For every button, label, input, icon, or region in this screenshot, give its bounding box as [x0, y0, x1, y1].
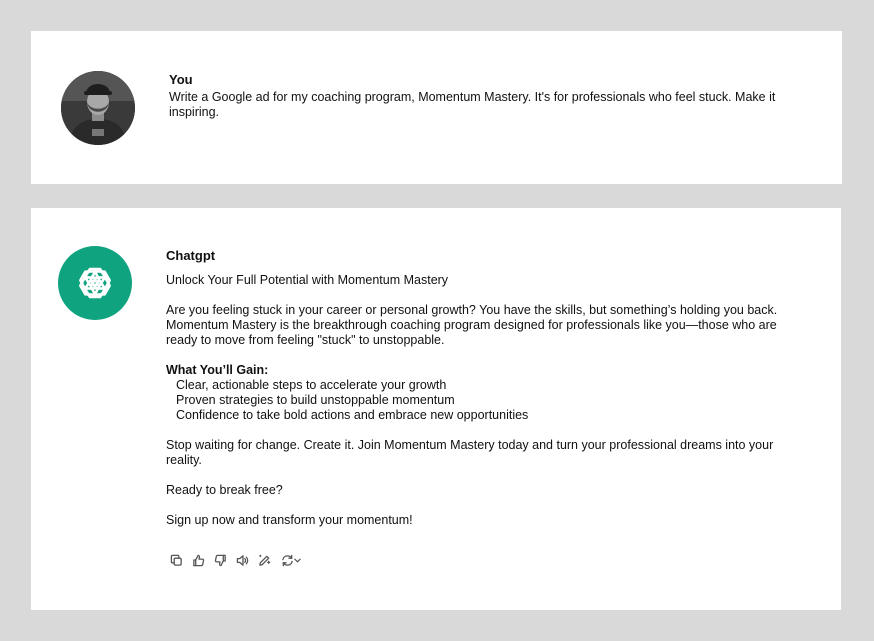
message-actions — [168, 552, 304, 569]
gain-heading: What You’ll Gain: — [166, 363, 269, 377]
user-message-text: Write a Google ad for my coaching progra… — [169, 90, 776, 119]
assistant-message-card: Chatgpt Unlock Your Full Potential with … — [31, 208, 841, 610]
copy-icon — [170, 554, 182, 566]
chatgpt-avatar — [58, 246, 132, 320]
thumbs-up-icon — [193, 554, 205, 567]
read-aloud-icon — [236, 555, 249, 566]
regenerate-icon — [282, 554, 293, 567]
ad-cta-2: Ready to break free? — [166, 483, 283, 497]
assistant-message: Chatgpt Unlock Your Full Potential with … — [166, 248, 806, 528]
ad-headline: Unlock Your Full Potential with Momentum… — [166, 273, 449, 287]
list-item: Clear, actionable steps to accelerate yo… — [176, 378, 447, 392]
thumbs-down-button[interactable] — [212, 552, 229, 569]
thumbs-down-icon — [214, 554, 226, 567]
copy-button[interactable] — [168, 552, 185, 569]
ad-cta-1: Stop waiting for change. Create it. Join… — [166, 438, 774, 467]
regenerate-button[interactable] — [278, 552, 304, 569]
edit-button[interactable] — [256, 552, 273, 569]
read-aloud-button[interactable] — [234, 552, 251, 569]
gain-list: Clear, actionable steps to accelerate yo… — [166, 378, 806, 423]
edit-icon — [259, 554, 271, 566]
thumbs-up-button[interactable] — [190, 552, 207, 569]
user-photo-icon — [61, 71, 135, 145]
user-message: You Write a Google ad for my coaching pr… — [169, 72, 809, 120]
user-message-card: You Write a Google ad for my coaching pr… — [31, 31, 842, 184]
ad-cta-3: Sign up now and transform your momentum! — [166, 513, 413, 527]
user-author-name: You — [169, 72, 193, 87]
list-item: Proven strategies to build unstoppable m… — [176, 393, 455, 407]
openai-logo-icon — [79, 267, 111, 299]
ad-intro: Are you feeling stuck in your career or … — [166, 303, 778, 347]
assistant-author-name: Chatgpt — [166, 248, 216, 263]
user-avatar — [61, 71, 135, 145]
chevron-down-icon — [294, 558, 301, 563]
list-item: Confidence to take bold actions and embr… — [176, 408, 529, 422]
